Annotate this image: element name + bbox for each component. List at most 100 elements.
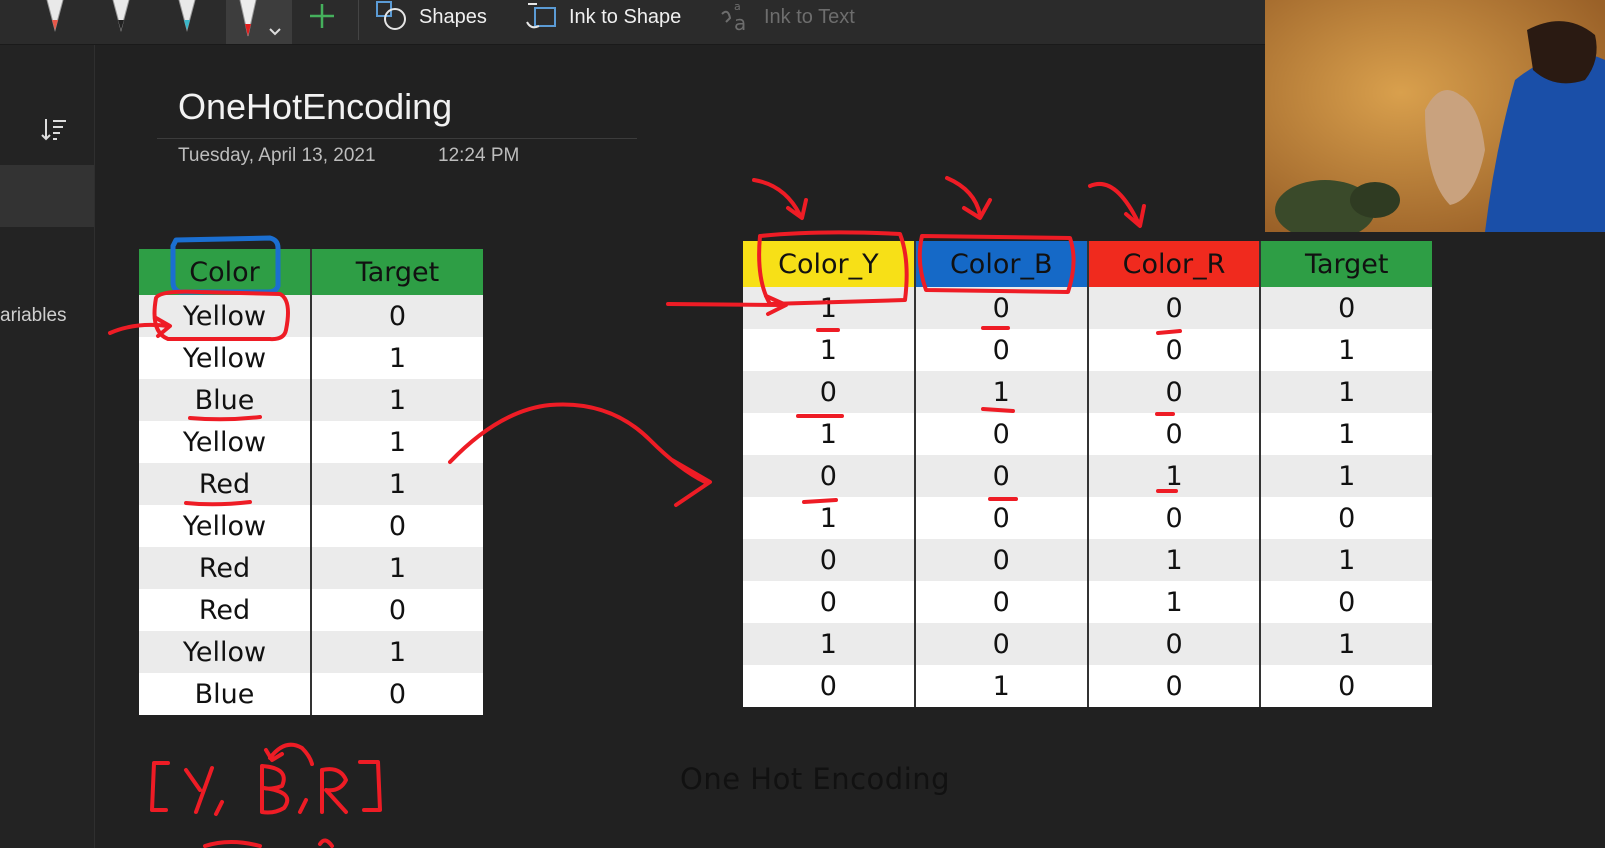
table-cell: Yellow [139, 505, 312, 547]
ink-handwriting-r [320, 767, 348, 814]
ink-handwriting-bracket-open [150, 761, 170, 812]
table-row: Red 0 [139, 589, 483, 631]
ink-handwriting-partial [203, 838, 334, 848]
table-cell: Yellow [139, 631, 312, 673]
add-pen-icon[interactable] [302, 0, 342, 34]
table-cell: Red [139, 547, 312, 589]
selected-page-item[interactable] [0, 165, 94, 227]
table-cell: 0 [914, 539, 1089, 581]
ink-handwriting-comma2 [298, 798, 308, 814]
page-title[interactable]: OneHotEncoding [178, 86, 452, 128]
table-cell: 0 [914, 497, 1089, 539]
table-row: 1001 [743, 329, 1432, 371]
table-cell: 0 [914, 413, 1089, 455]
table-cell: 0 [914, 623, 1089, 665]
table-cell: Blue [139, 673, 312, 715]
table-cell: 0 [914, 581, 1089, 623]
table-cell: 1 [310, 379, 483, 421]
table-row: Yellow 0 [139, 295, 483, 337]
table-row: 0011 [743, 455, 1432, 497]
ink-to-text-button[interactable]: aa Ink to Text [720, 0, 855, 35]
table-row: Red 1 [139, 463, 483, 505]
table-cell: 0 [310, 505, 483, 547]
svg-text:a: a [734, 11, 746, 34]
table-cell: 1 [1260, 455, 1432, 497]
table-cell: 0 [743, 455, 916, 497]
ribbon-toolbar: Shapes Ink to Shape aa Ink to Text [0, 0, 1265, 45]
header-color-y: Color_Y [743, 241, 916, 287]
table-row: Yellow 1 [139, 337, 483, 379]
table-row: Yellow 1 [139, 421, 483, 463]
table-row: 1000 [743, 287, 1432, 329]
ink-handwriting-comma1 [214, 800, 224, 816]
header-color: Color [139, 249, 312, 295]
ink-to-shape-label: Ink to Shape [569, 5, 682, 28]
pen-red-active-icon[interactable] [226, 0, 292, 44]
table-cell: 1 [1260, 371, 1432, 413]
table-cell: 0 [1087, 287, 1262, 329]
table-cell: 1 [1087, 455, 1262, 497]
table-cell: 0 [743, 665, 916, 707]
pen-black-icon[interactable] [104, 0, 138, 34]
table-row: 0010 [743, 581, 1432, 623]
one-hot-encoding-caption: One Hot Encoding [680, 762, 951, 796]
table-row: Blue 1 [139, 379, 483, 421]
table-cell: 0 [914, 287, 1089, 329]
table-cell: 0 [310, 673, 483, 715]
table-cell: 1 [743, 329, 916, 371]
table-cell: 0 [310, 295, 483, 337]
header-target: Target [310, 249, 483, 295]
table-row: 1000 [743, 497, 1432, 539]
shapes-label: Shapes [419, 5, 487, 28]
table-cell: 1 [1260, 413, 1432, 455]
table-cell: Yellow [139, 421, 312, 463]
table-cell: 1 [743, 497, 916, 539]
table-cell: Blue [139, 379, 312, 421]
ink-handwriting-b [260, 764, 290, 815]
page-time: 12:24 PM [438, 145, 520, 166]
table-cell: 0 [310, 589, 483, 631]
header-target: Target [1260, 241, 1432, 287]
table-cell: 1 [310, 547, 483, 589]
table-row: 0100 [743, 665, 1432, 707]
table-cell: 1 [743, 413, 916, 455]
table-row: Yellow 1 [139, 631, 483, 673]
table-row: Yellow 0 [139, 505, 483, 547]
page-list-sidebar: ariables [0, 45, 95, 848]
table-row: 0011 [743, 539, 1432, 581]
shapes-button[interactable]: Shapes [375, 0, 487, 34]
ink-red-curve-arrow-2 [945, 176, 992, 220]
table-cell: 1 [914, 371, 1089, 413]
header-color-b: Color_B [914, 241, 1089, 287]
table-cell: 1 [1260, 539, 1432, 581]
ink-to-shape-button[interactable]: Ink to Shape [525, 0, 681, 34]
table-cell: 0 [1087, 371, 1262, 413]
table-cell: 1 [743, 623, 916, 665]
table-cell: 1 [1087, 539, 1262, 581]
pen-cyan-icon[interactable] [170, 0, 204, 34]
sidebar-page-label[interactable]: ariables [0, 305, 67, 327]
table-cell: 0 [1260, 497, 1432, 539]
ink-to-text-icon: aa [720, 0, 754, 35]
table-cell: Red [139, 589, 312, 631]
ink-to-shape-icon [525, 0, 559, 34]
ink-red-curve-arrow-1 [752, 178, 808, 220]
table-cell: 1 [1260, 329, 1432, 371]
table-cell: 0 [1260, 287, 1432, 329]
ink-handwriting-hat-arrow [264, 742, 314, 766]
sort-icon[interactable] [40, 117, 68, 143]
ink-handwriting-y [184, 766, 214, 814]
table-cell: 0 [1087, 497, 1262, 539]
ink-handwriting-bracket-close [358, 760, 382, 812]
table-row: Blue 0 [139, 673, 483, 715]
table-row: 1001 [743, 413, 1432, 455]
table-cell: 0 [1087, 623, 1262, 665]
pen-red-icon[interactable] [38, 0, 72, 34]
table-cell: 1 [310, 337, 483, 379]
table-cell: Yellow [139, 295, 312, 337]
ink-red-curve-arrow-3 [1088, 181, 1146, 228]
table-cell: 0 [1087, 413, 1262, 455]
shapes-icon [375, 0, 409, 34]
one-hot-encoded-table: Color_Y Color_B Color_R Target 100010010… [743, 241, 1432, 707]
table-cell: 1 [1260, 623, 1432, 665]
